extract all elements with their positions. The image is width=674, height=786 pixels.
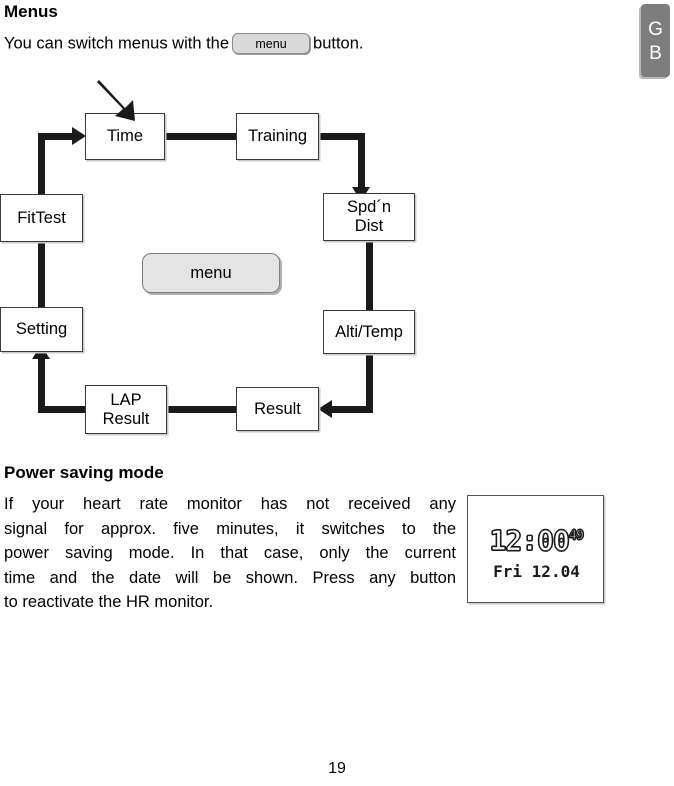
lcd-time-value: 12:00 [489,523,571,557]
lcd-seconds-value: 49 [568,528,584,544]
node-alti-temp-label: Alti/Temp [335,322,403,341]
menus-intro-before: You can switch menus with the [4,34,230,53]
menus-intro-after: button. [313,34,364,53]
node-setting-label: Setting [15,320,68,338]
menu-button-center[interactable]: menu [142,253,280,293]
node-spdn-dist[interactable]: Spd´n Dist [323,193,415,241]
node-lap-result-label-line-1: LAP [110,390,142,409]
power-saving-line-2: signal for approx. five minutes, it swit… [4,519,456,538]
node-training-label: Training [248,127,307,145]
page-title-power-saving: Power saving mode [4,463,164,482]
power-saving-line-5: to reactivate the HR monitor. [4,593,214,611]
node-time-label: Time [106,127,144,145]
connector-result-lapresult [167,406,240,413]
node-result[interactable]: Result [236,387,319,431]
menu-cycle-diagram: Time Training Spd´n Dist Alti/Temp Resul… [0,75,460,450]
entry-arrow-icon [97,80,135,121]
node-lap-result-label-line-2: Result [102,409,150,428]
node-setting[interactable]: Setting [0,307,83,352]
arrowhead-into-time [72,127,86,145]
node-spdn-dist-label-line-1: Spd´n [346,198,392,216]
connector-left-up-to-setting [38,354,45,413]
language-tab-gb: G B [641,4,670,77]
connector-altitemp-to-result [330,406,373,413]
lcd-time-readout: 12:0049 [468,523,603,557]
node-fittest[interactable]: FitTest [0,194,83,242]
node-lap-result[interactable]: LAP Result [85,385,167,434]
power-saving-paragraph: If your heart rate monitor has not recei… [4,492,456,615]
connector-time-training [160,133,242,140]
menu-button-inline[interactable]: menu [232,33,311,55]
connector-spdn-altitemp [366,235,373,317]
language-tab-line-1: G [648,19,663,40]
page-title-menus: Menus [4,2,58,21]
connector-lapresult-left [38,406,88,413]
connector-right-down-to-spdn [358,133,365,195]
power-saving-line-1: If your heart rate monitor has not recei… [4,495,456,513]
connector-training-right [315,133,362,140]
node-spdn-dist-label-line-2: Dist [354,217,384,235]
connector-altitemp-down [366,347,373,409]
menus-intro-sentence: You can switch menus with the menu button. [4,32,363,55]
arrowhead-into-result [318,400,332,418]
language-tab-line-2: B [649,43,662,64]
node-result-label: Result [254,399,301,418]
lcd-date-readout: Fri 12.04 [493,562,580,581]
power-saving-line-4: time and the date will be shown. Press a… [4,568,456,587]
node-fittest-label: FitTest [17,208,66,227]
node-alti-temp[interactable]: Alti/Temp [323,310,415,354]
power-saving-line-3: power saving mode. In that case, only th… [4,544,456,562]
node-training[interactable]: Training [236,113,319,160]
page-number: 19 [328,760,346,777]
lcd-display-illustration: 12:0049 Fri 12.04 [467,495,604,603]
